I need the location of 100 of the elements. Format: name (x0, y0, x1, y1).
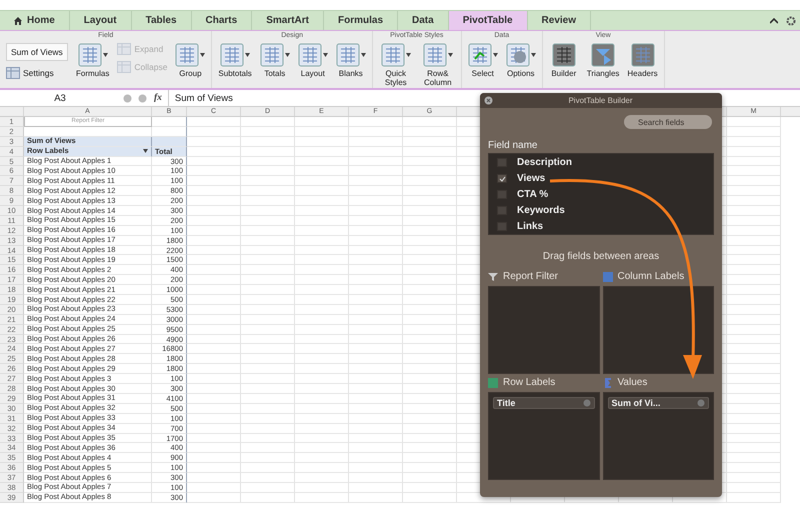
field-pill[interactable]: Title (493, 396, 594, 408)
table-cell (349, 434, 403, 444)
function-label[interactable]: fx (154, 93, 162, 103)
table-cell (241, 156, 295, 166)
table-cell (349, 285, 403, 296)
ribbon-button[interactable]: Row& Column (420, 41, 455, 87)
ribbon-button[interactable]: Group (175, 41, 206, 78)
table-cell (241, 482, 295, 493)
area-label: Row Labels (503, 377, 556, 388)
table-cell (152, 117, 187, 127)
field-name[interactable]: Keywords (517, 204, 565, 216)
table-cell (241, 463, 295, 474)
drop-area[interactable]: Sum of Vi... (602, 392, 714, 480)
table-cell (349, 314, 403, 325)
checkbox[interactable] (497, 190, 507, 199)
table-cell (187, 394, 241, 404)
ribbon-button[interactable]: Subtotals (218, 41, 252, 78)
table-icon (117, 61, 132, 73)
settings-icon[interactable] (786, 16, 796, 26)
ribbon-button[interactable]: Builder (548, 41, 579, 78)
table-cell (187, 136, 241, 147)
table-cell (349, 492, 403, 503)
table-cell (295, 206, 349, 216)
table-cell (349, 186, 403, 196)
checkbox[interactable] (497, 222, 507, 231)
table-cell (187, 314, 241, 325)
table-cell (241, 424, 295, 434)
table-cell (295, 285, 349, 296)
checkbox[interactable] (497, 206, 507, 215)
area-label: Column Labels (618, 271, 684, 282)
table-cell (349, 473, 403, 483)
table-cell (349, 374, 403, 384)
table-cell (187, 404, 241, 414)
table-cell (241, 265, 295, 276)
table-cell (187, 176, 241, 186)
table-cell (152, 126, 187, 137)
table-cell (241, 146, 295, 157)
table-cell (349, 324, 403, 335)
table-icon (117, 43, 132, 55)
table-cell (241, 176, 295, 186)
table-icon (220, 43, 244, 67)
table-cell (295, 216, 349, 226)
search-field[interactable]: Search fields (624, 115, 712, 129)
table-cell (349, 394, 403, 404)
name-box[interactable]: A3 (0, 92, 120, 104)
table-cell (295, 334, 349, 344)
field-name[interactable]: Views (517, 173, 546, 184)
checkbox[interactable] (497, 174, 507, 184)
table-cell (241, 344, 295, 354)
field-name-box[interactable]: Sum of Views (6, 43, 68, 61)
table-cell (295, 453, 349, 464)
caret-icon (200, 53, 206, 57)
close-icon[interactable] (484, 96, 493, 105)
ribbon-button[interactable]: Settings (6, 67, 68, 79)
table-cell (241, 473, 295, 483)
table-cell (349, 255, 403, 266)
table-cell (295, 186, 349, 196)
table-cell (187, 492, 241, 503)
ribbon-tab[interactable]: PivotTable (448, 11, 528, 30)
ribbon-button[interactable]: Blanks (336, 41, 366, 78)
ribbon-button[interactable]: Formulas (76, 41, 110, 78)
table-cell (295, 364, 349, 374)
ribbon-button[interactable]: Layout (298, 41, 328, 78)
ribbon-button[interactable]: Headers (627, 41, 658, 78)
collapse-icon[interactable] (770, 18, 778, 24)
ribbon-button[interactable]: Select (468, 41, 498, 78)
table-cell (403, 146, 457, 157)
table-icon (336, 43, 360, 67)
table-cell (187, 146, 241, 157)
table-cell (241, 196, 295, 206)
table-cell (349, 226, 403, 236)
field-pill[interactable]: Sum of Vi... (608, 396, 709, 408)
table-cell (349, 482, 403, 493)
field-name[interactable]: Links (517, 220, 544, 232)
panel-title: PivotTable Builder (567, 96, 634, 105)
table-cell (187, 374, 241, 384)
table-cell (349, 364, 403, 374)
table-cell (241, 126, 295, 137)
table-cell (295, 126, 349, 137)
table-cell (241, 295, 295, 305)
table-cell (241, 255, 295, 266)
table-cell (187, 216, 241, 226)
caret-icon (245, 53, 250, 57)
drop-area[interactable]: Title (488, 392, 600, 480)
field-name[interactable]: Description (517, 157, 572, 168)
checkbox[interactable] (497, 158, 507, 168)
ribbon-button[interactable]: Options (506, 41, 536, 78)
ribbon-button[interactable]: Triangles (586, 41, 620, 78)
table-cell (241, 394, 295, 404)
drop-area[interactable] (602, 286, 714, 374)
table-cell (295, 265, 349, 276)
caret-icon (102, 53, 108, 57)
table-cell (187, 424, 241, 434)
ribbon-button[interactable]: Totals (260, 41, 290, 78)
table-cell (349, 384, 403, 394)
house-icon (14, 16, 22, 24)
field-name[interactable]: CTA % (517, 188, 548, 200)
table-cell (295, 434, 349, 444)
ribbon-button[interactable]: Quick Styles (378, 41, 413, 87)
table-cell (187, 156, 241, 166)
